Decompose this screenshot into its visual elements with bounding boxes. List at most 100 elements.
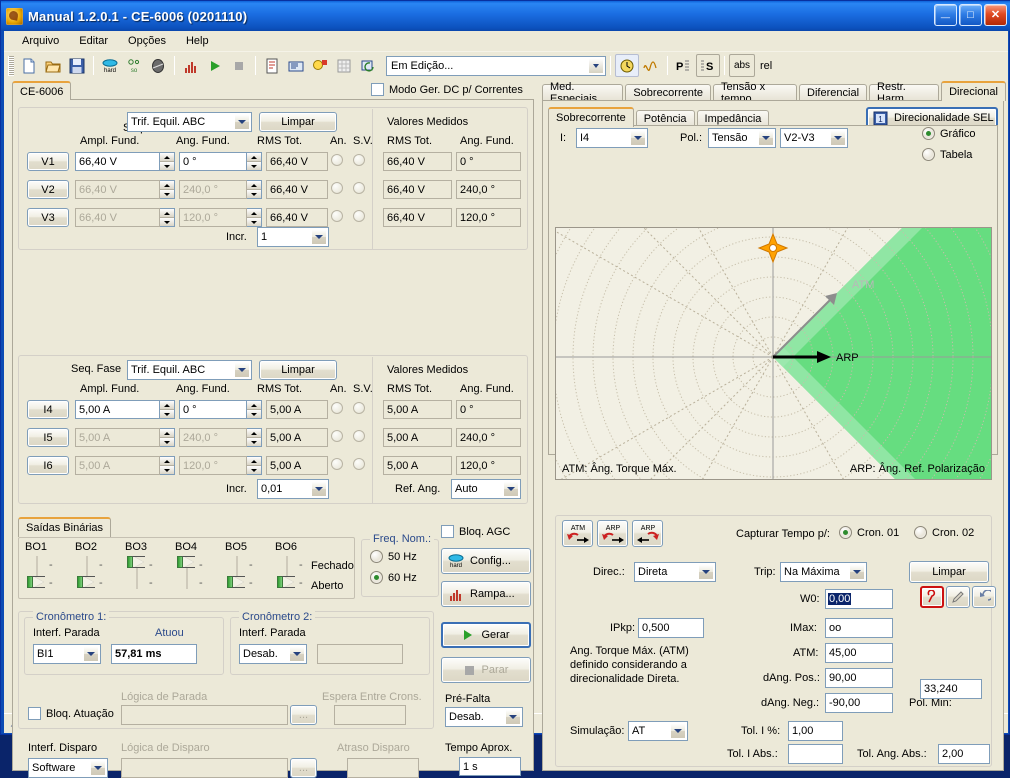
atm-field[interactable]: 45,00 [825,643,893,663]
p3-icon[interactable]: P [672,54,696,77]
dc-mode-row[interactable]: Modo Ger. DC p/ Correntes [371,83,523,96]
direc-combo[interactable]: Direta [634,562,716,582]
refresh-icon[interactable] [356,54,380,77]
current-button-i4[interactable]: I4 [27,400,69,419]
chevron-down-icon[interactable] [830,130,846,146]
voltage-v1-ampl[interactable]: 66,40 V [75,152,160,171]
cron-02-radio[interactable] [914,526,927,539]
voltage-v3-ampl-spinner[interactable] [160,208,175,227]
atm-rotate-button[interactable]: ATM [562,520,593,547]
voltage-button-v1[interactable]: V1 [27,152,69,171]
close-button[interactable]: ✕ [984,4,1007,26]
currents-incr-combo[interactable]: 0,01 [257,479,329,499]
config-button[interactable]: hard Config... [441,548,531,574]
menu-help[interactable]: Help [176,33,219,49]
chevron-down-icon[interactable] [630,130,646,146]
w0-field[interactable]: 0,00 [825,589,893,609]
menu-arquivo[interactable]: Arquivo [12,33,69,49]
binary-output-bo4[interactable]: BO4 -- [175,541,219,592]
imax-field[interactable]: oo [825,618,893,638]
simulacao-combo[interactable]: AT [628,721,688,741]
bo3-switch[interactable] [127,556,145,568]
chevron-down-icon[interactable] [849,564,865,580]
freq-50-radio[interactable] [370,550,383,563]
maximize-button[interactable]: □ [959,4,982,26]
current-i6-ampl[interactable]: 5,00 A [75,456,160,475]
voltage-v3-ang-spinner[interactable] [247,208,262,227]
tab-sobrecorrente-inner[interactable]: Sobrecorrente [548,107,634,127]
chevron-down-icon[interactable] [698,564,714,580]
freq-option-60[interactable]: 60 Hz [370,571,417,584]
bo2-switch[interactable] [77,576,95,588]
voltage-v1-ang-spinner[interactable] [247,152,262,171]
chevron-down-icon[interactable] [503,481,519,497]
arp-rotate-button[interactable]: ARP [597,520,628,547]
bloq-agc-checkbox[interactable] [441,525,454,538]
voltage-v2-ang-spinner[interactable] [247,180,262,199]
current-button-i6[interactable]: I6 [27,456,69,475]
tab-med-especiais[interactable]: Med. Especiais [542,81,624,105]
save-disk-icon[interactable] [65,54,89,77]
hardware-icon[interactable]: hard [98,54,122,77]
current-i6-ang-spinner[interactable] [247,456,262,475]
view-option-tabela[interactable]: Tabela [922,148,972,161]
voltages-incr-combo[interactable]: 1 [257,227,329,247]
stop-gray-icon[interactable] [227,54,251,77]
chevron-down-icon[interactable] [83,646,99,662]
chevron-down-icon[interactable] [289,646,305,662]
report-icon[interactable] [260,54,284,77]
freq-60-radio[interactable] [370,571,383,584]
voltage-button-v3[interactable]: V3 [27,208,69,227]
s-icon[interactable]: S [696,54,720,77]
status-combo[interactable]: Em Edição... [386,55,606,76]
chart-bars-icon[interactable] [179,54,203,77]
cron-02-option[interactable]: Cron. 02 [914,526,974,539]
polmin-field[interactable]: 33,240 [920,679,982,699]
tab-tensao-x-tempo[interactable]: Tensão x tempo [713,81,798,105]
dang-pos-field[interactable]: 90,00 [825,668,893,688]
arp-reverse-button[interactable]: ARP [632,520,663,547]
voltage-v2-ampl-spinner[interactable] [160,180,175,199]
current-i4-ampl-spinner[interactable] [160,400,175,419]
chevron-down-icon[interactable] [505,709,521,725]
current-i4-ang[interactable]: 0 ° [179,400,247,419]
so-network-icon[interactable]: so [122,54,146,77]
tempo-aprox-field[interactable]: 1 s [459,757,521,776]
bo1-switch[interactable] [27,576,45,588]
current-i5-ang-spinner[interactable] [247,428,262,447]
brush-button[interactable] [946,586,970,608]
freq-option-50[interactable]: 50 Hz [370,550,417,563]
open-folder-icon[interactable] [41,54,65,77]
chrono2-interf-combo[interactable]: Desab. [239,644,307,664]
current-i6-ampl-spinner[interactable] [160,456,175,475]
new-file-icon[interactable] [17,54,41,77]
cron-01-option[interactable]: Cron. 01 [839,526,899,539]
logica-disparo-browse-button[interactable]: ... [290,758,317,778]
bo5-switch[interactable] [227,576,245,588]
tab-saidas-binarias[interactable]: Saídas Binárias [18,517,112,537]
abs-button[interactable]: abs [729,54,755,77]
voltage-v2-ampl[interactable]: 66,40 V [75,180,160,199]
currents-refang-combo[interactable]: Auto [451,479,521,499]
current-button-i5[interactable]: I5 [27,428,69,447]
chevron-down-icon[interactable] [90,760,106,776]
tab-diferencial[interactable]: Diferencial [799,84,868,101]
voltage-v3-ampl[interactable]: 66,40 V [75,208,160,227]
direcional-i-combo[interactable]: I4 [576,128,648,148]
tab-restr-harm[interactable]: Restr. Harm. [869,81,940,105]
tol-i-pct-field[interactable]: 1,00 [788,721,843,741]
direcional-pol-ref-combo[interactable]: V2-V3 [780,128,848,148]
voltage-button-v2[interactable]: V2 [27,180,69,199]
voltage-v1-ang[interactable]: 0 ° [179,152,247,171]
gerar-button[interactable]: Gerar [441,622,531,648]
tab-ce-6006[interactable]: CE-6006 [12,81,72,100]
bloq-agc-row[interactable]: Bloq. AGC [441,525,510,538]
current-i6-ang[interactable]: 120,0 ° [179,456,247,475]
current-i5-ampl-spinner[interactable] [160,428,175,447]
bo4-switch[interactable] [177,556,195,568]
settings-star-icon[interactable] [308,54,332,77]
mouse-icon[interactable] [146,54,170,77]
grafico-radio[interactable] [922,127,935,140]
current-i5-ang[interactable]: 240,0 ° [179,428,247,447]
dc-mode-checkbox[interactable] [371,83,384,96]
